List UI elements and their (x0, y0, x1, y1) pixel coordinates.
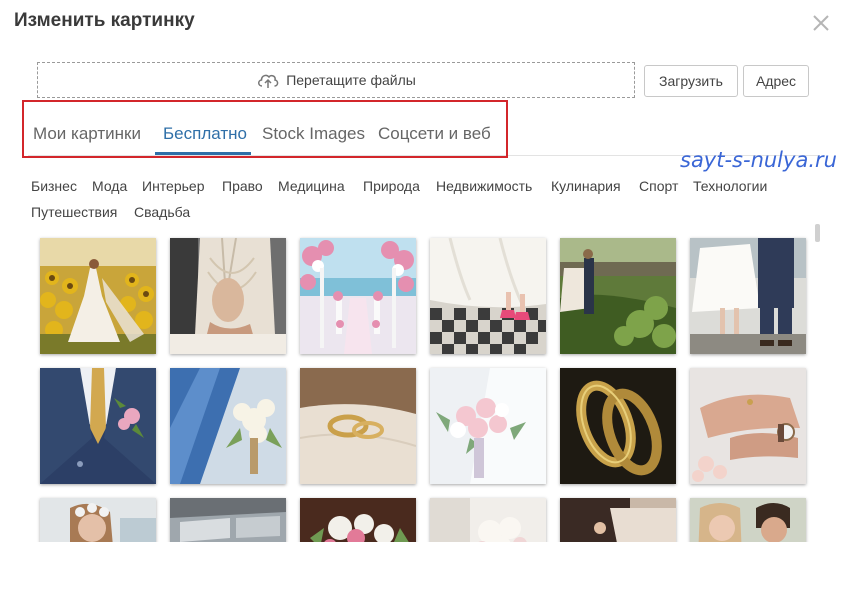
dropzone-label: Перетащите файлы (286, 72, 416, 88)
close-icon[interactable] (810, 12, 832, 34)
cloud-upload-icon (256, 70, 280, 90)
thumbnail-couple-hands[interactable] (560, 498, 676, 542)
category-sport[interactable]: Спорт (639, 178, 678, 194)
thumbnail-bride-with-flower-crown[interactable] (40, 498, 156, 542)
category-interior[interactable]: Интерьер (142, 178, 205, 194)
category-wedding[interactable]: Свадьба (134, 204, 190, 220)
category-real-estate[interactable]: Недвижимость (436, 178, 532, 194)
thumbnail-gold-wedding-rings-closeup[interactable] (560, 368, 676, 484)
category-technology[interactable]: Технологии (693, 178, 767, 194)
category-cooking[interactable]: Кулинария (551, 178, 621, 194)
category-business[interactable]: Бизнес (31, 178, 77, 194)
thumbnail-bride-pink-sneakers[interactable] (430, 238, 546, 354)
thumbnail-bride-in-sunflower-field[interactable] (40, 238, 156, 354)
category-nature[interactable]: Природа (363, 178, 420, 194)
watermark-text: sayt-s-nulya.ru (680, 148, 837, 172)
thumbnail-bouquet-blue-suit[interactable] (170, 368, 286, 484)
url-button[interactable]: Адрес (743, 65, 809, 97)
thumbnail-wedding-arch-flowers[interactable] (300, 238, 416, 354)
thumbnail-wedding-rings-on-table[interactable] (300, 368, 416, 484)
scrollbar-thumb[interactable] (815, 224, 820, 242)
thumbnail-bride-back-lace-dress[interactable] (170, 238, 286, 354)
thumbnail-bride-holding-bouquet[interactable] (430, 368, 546, 484)
thumbnail-groom-suit-boutonniere[interactable] (40, 368, 156, 484)
thumbnail-couple-legs-sitting[interactable] (690, 238, 806, 354)
thumbnail-hands-with-ring[interactable] (690, 368, 806, 484)
tabs-highlight-box (22, 100, 508, 158)
thumbnail-couple-in-garden[interactable] (560, 238, 676, 354)
thumbnail-white-bouquet[interactable] (430, 498, 546, 542)
upload-button[interactable]: Загрузить (644, 65, 738, 97)
thumbnail-wedding-car[interactable] (170, 498, 286, 542)
file-dropzone[interactable]: Перетащите файлы (37, 62, 635, 98)
scrollbar-track[interactable] (814, 224, 822, 542)
category-law[interactable]: Право (222, 178, 263, 194)
category-fashion[interactable]: Мода (92, 178, 127, 194)
thumbnail-smiling-couple[interactable] (690, 498, 806, 542)
dialog-title: Изменить картинку (14, 10, 195, 31)
category-travel[interactable]: Путешествия (31, 204, 117, 220)
thumbnail-flower-arrangement[interactable] (300, 498, 416, 542)
category-medicine[interactable]: Медицина (278, 178, 345, 194)
image-grid (30, 228, 816, 542)
